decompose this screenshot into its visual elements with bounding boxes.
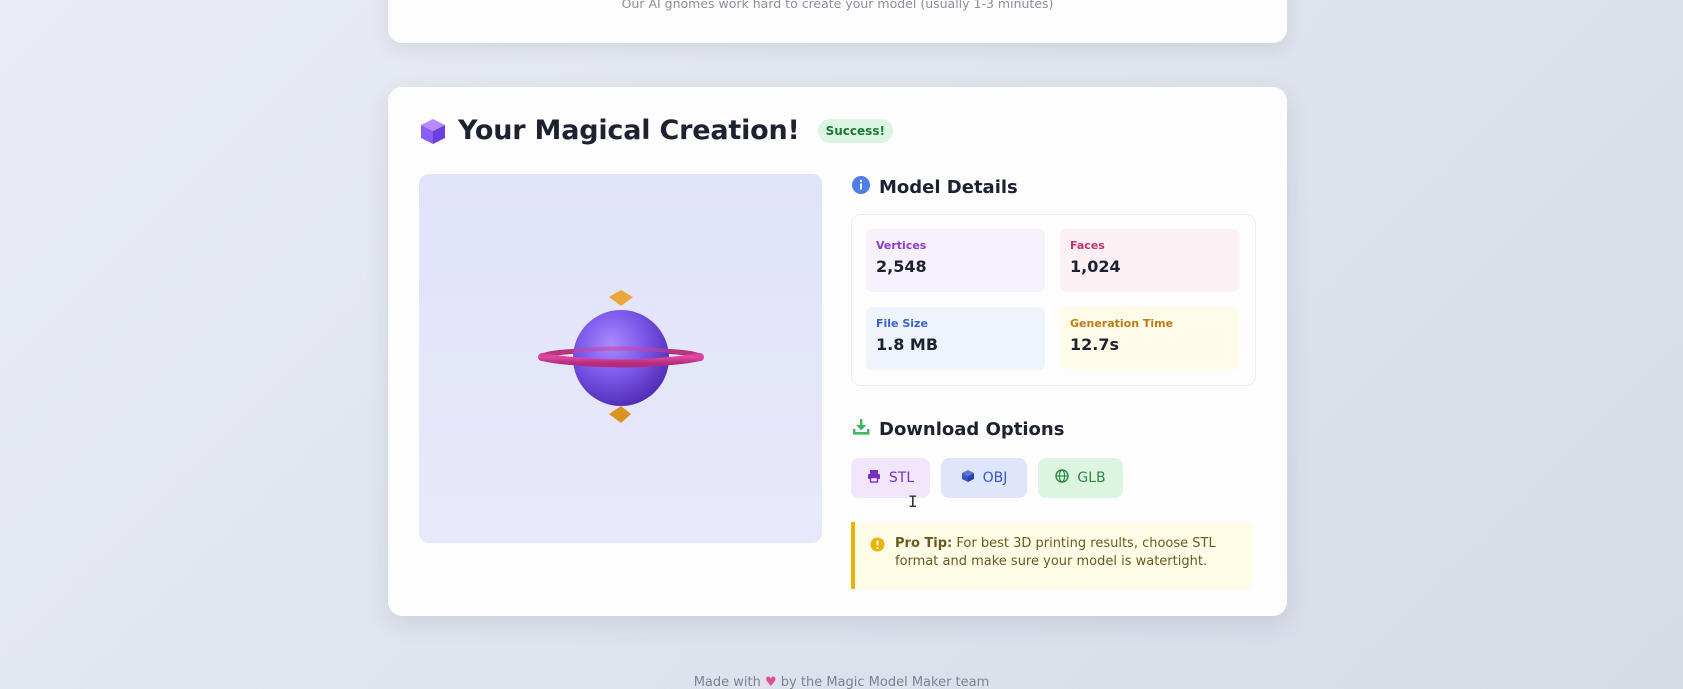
stat-generation-time: Generation Time 12.7s (1060, 307, 1239, 370)
download-button-label: OBJ (982, 470, 1008, 486)
model-details-header: Model Details (851, 174, 1256, 200)
info-icon (851, 175, 871, 199)
globe-icon (1055, 469, 1070, 487)
heart-icon: ♥ (765, 675, 777, 689)
stat-value: 12.7s (1070, 335, 1119, 354)
download-stl-button[interactable]: STL (851, 458, 930, 498)
pro-tip-text: Pro Tip: For best 3D printing results, c… (895, 535, 1238, 589)
stat-value: 1.8 MB (876, 335, 939, 354)
download-options-title: Download Options (879, 418, 1065, 440)
stat-vertices: Vertices 2,548 (866, 229, 1045, 292)
footer-text-before: Made with (693, 675, 761, 689)
model-details-title: Model Details (879, 176, 1018, 198)
pro-tip-label: Pro Tip: (895, 536, 953, 551)
footer: Made with ♥ by the Magic Model Maker tea… (0, 675, 1683, 689)
stat-label: File Size (876, 317, 928, 330)
stat-label: Generation Time (1070, 317, 1174, 330)
stat-faces: Faces 1,024 (1060, 229, 1239, 292)
stat-value: 1,024 (1070, 257, 1121, 276)
generation-progress-card: Our AI gnomes work hard to create your m… (388, 0, 1287, 43)
result-title: Your Magical Creation! (458, 115, 800, 146)
model-stats: Vertices 2,548 Faces 1,024 File Size 1.8… (851, 214, 1256, 386)
download-button-label: GLB (1077, 470, 1106, 486)
download-icon (851, 417, 871, 441)
stat-value: 2,548 (876, 257, 927, 276)
cube-icon (418, 116, 448, 146)
stat-label: Faces (1070, 239, 1105, 252)
download-glb-button[interactable]: GLB (1038, 458, 1123, 498)
download-obj-button[interactable]: OBJ (941, 458, 1027, 498)
text-cursor-icon: I (908, 492, 918, 511)
download-button-label: STL (888, 470, 915, 486)
model-viewer[interactable] (419, 174, 822, 543)
status-badge: Success! (817, 118, 893, 143)
stat-label: Vertices (876, 239, 927, 252)
cube-icon (961, 469, 975, 487)
warning-icon (870, 535, 885, 589)
footer-text-after: by the Magic Model Maker team (780, 675, 990, 689)
details-panel: Model Details Vertices 2,548 Faces 1,024… (851, 174, 1256, 589)
result-header: Your Magical Creation! Success! (418, 115, 893, 146)
progress-subtitle: Our AI gnomes work hard to create your m… (621, 0, 1054, 11)
download-options-header: Download Options (851, 416, 1256, 442)
result-card: Your Magical Creation! Success! Model De… (388, 87, 1287, 616)
printer-icon (867, 469, 881, 487)
stat-file-size: File Size 1.8 MB (866, 307, 1045, 370)
pro-tip-callout: Pro Tip: For best 3D printing results, c… (851, 522, 1252, 589)
model-preview (538, 290, 704, 423)
